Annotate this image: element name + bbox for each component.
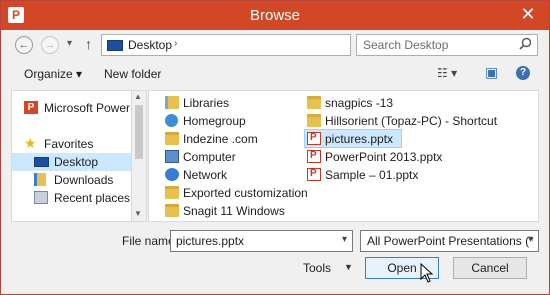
navigation-scrollbar[interactable]: ▲ ▼ [131, 90, 147, 222]
folder-icon [165, 204, 179, 217]
recent-places-icon [34, 191, 48, 204]
file-item-label: Homegroup [183, 114, 246, 128]
address-text: Desktop [128, 38, 173, 52]
file-item-snagpics-13[interactable]: snagpics -13 [305, 94, 425, 112]
cancel-button[interactable]: Cancel [453, 257, 527, 279]
address-chevron-icon[interactable]: › [174, 38, 177, 49]
powerpoint-icon: P [24, 101, 38, 114]
search-box[interactable] [356, 34, 538, 56]
file-list-pane: Libraries Homegroup Indezine .com Comput… [148, 90, 539, 222]
scroll-down-arrow-icon[interactable]: ▼ [134, 209, 142, 218]
libraries-icon [165, 96, 179, 109]
computer-icon [165, 150, 179, 163]
up-arrow-icon[interactable]: ↑ [85, 36, 92, 52]
file-item-libraries[interactable]: Libraries [163, 94, 293, 112]
file-item-label: Exported customization [183, 186, 308, 200]
file-item-powerpoint-2013-pptx[interactable]: PowerPoint 2013.pptx [305, 148, 455, 166]
scroll-up-arrow-icon[interactable]: ▲ [134, 92, 142, 101]
forward-button[interactable]: → [41, 36, 59, 54]
file-name-input[interactable]: pictures.pptx ▾ [170, 230, 353, 252]
organize-button[interactable]: Organize ▾ [24, 67, 82, 81]
file-name-dropdown-icon[interactable]: ▾ [342, 234, 347, 245]
file-item-label: Libraries [183, 96, 230, 110]
nav-item-label: Downloads [54, 173, 114, 187]
file-item-indezine-com[interactable]: Indezine .com [163, 130, 293, 148]
downloads-icon [34, 173, 46, 186]
pptx-icon [307, 150, 321, 163]
address-bar[interactable]: Desktop › [101, 34, 351, 56]
title-bar: P Browse ✕ [1, 1, 549, 30]
nav-item-recent-places[interactable]: Recent places [12, 189, 132, 207]
scrollbar-thumb[interactable] [135, 105, 143, 159]
nav-item-label: Desktop [54, 155, 99, 169]
search-icon[interactable] [519, 37, 532, 53]
file-item-homegroup[interactable]: Homegroup [163, 112, 293, 130]
star-icon: ★ [24, 135, 37, 151]
nav-item-label: Recent places [54, 191, 131, 205]
file-item-exported-customization[interactable]: Exported customization [163, 184, 313, 202]
desktop-icon [34, 157, 49, 167]
file-type-dropdown-icon[interactable]: ▾ [528, 234, 533, 245]
file-item-computer[interactable]: Computer [163, 148, 293, 166]
file-item-hillsorient-shortcut[interactable]: Hillsorient (Topaz-PC) - Shortcut [305, 112, 527, 130]
file-item-network[interactable]: Network [163, 166, 293, 184]
new-folder-button[interactable]: New folder [104, 67, 161, 81]
file-item-label: snagpics -13 [325, 96, 394, 110]
browse-dialog: P Browse ✕ ← → ▾ ↑ Desktop › Organize ▾ … [0, 0, 550, 295]
file-item-label: Sample – 01.pptx [325, 168, 419, 182]
file-item-label: Hillsorient (Topaz-PC) - Shortcut [325, 114, 498, 128]
file-name-value[interactable]: pictures.pptx [176, 234, 244, 248]
navigation-pane: P Microsoft PowerPoint ★ Favorites Deskt… [11, 90, 147, 222]
desktop-folder-icon [107, 40, 123, 51]
network-icon [165, 168, 179, 181]
tools-menu-button[interactable]: Tools [303, 261, 331, 275]
file-item-sample-01-pptx[interactable]: Sample – 01.pptx [305, 166, 435, 184]
preview-pane-icon[interactable]: ▣ [485, 64, 498, 81]
pptx-icon [307, 132, 321, 145]
dialog-title: Browse [249, 7, 301, 24]
change-view-icon[interactable]: ☷ ▾ [437, 66, 457, 80]
close-button[interactable]: ✕ [517, 3, 539, 25]
nav-item-downloads[interactable]: Downloads [12, 171, 132, 189]
command-toolbar: Organize ▾ New folder ☷ ▾ ▣ ? [2, 62, 548, 86]
recent-locations-chevron-icon[interactable]: ▾ [67, 38, 72, 49]
nav-item-microsoft-powerpoint[interactable]: P Microsoft PowerPoint [12, 99, 147, 117]
file-item-label: pictures.pptx [325, 132, 394, 146]
search-input[interactable] [363, 38, 513, 52]
file-item-label: Computer [183, 150, 236, 164]
file-item-label: Indezine .com [183, 132, 258, 146]
nav-item-desktop[interactable]: Desktop [12, 153, 132, 171]
folder-shortcut-icon [307, 114, 321, 127]
pptx-icon [307, 168, 321, 181]
back-button[interactable]: ← [15, 36, 33, 54]
file-item-label: Network [183, 168, 228, 182]
file-type-select[interactable]: All PowerPoint Presentations (* ▾ [360, 230, 539, 252]
tools-chevron-down-icon[interactable]: ▼ [344, 262, 353, 272]
file-item-snagit-11-windows[interactable]: Snagit 11 Windows [163, 202, 313, 220]
folder-icon [165, 186, 179, 199]
folder-icon [307, 96, 321, 109]
help-icon[interactable]: ? [516, 66, 530, 80]
mouse-cursor-icon [420, 263, 434, 283]
folder-icon [165, 132, 179, 145]
nav-item-label: Favorites [44, 137, 94, 151]
file-item-pictures-pptx[interactable]: pictures.pptx [304, 129, 402, 148]
file-item-label: Snagit 11 Windows [183, 204, 285, 218]
homegroup-icon [165, 114, 178, 127]
nav-item-favorites[interactable]: ★ Favorites [12, 135, 132, 153]
file-type-value: All PowerPoint Presentations (* [367, 234, 534, 248]
file-item-label: PowerPoint 2013.pptx [325, 150, 443, 164]
